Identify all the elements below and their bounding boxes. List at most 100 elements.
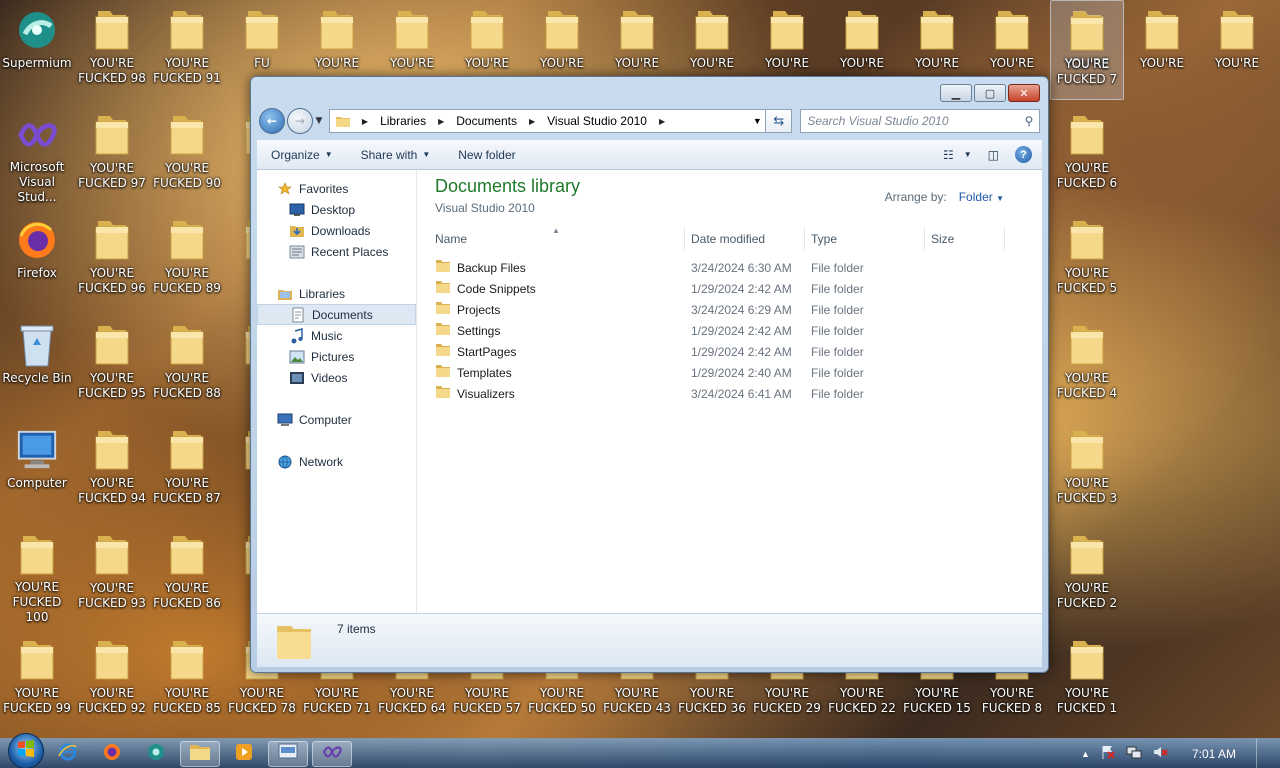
desktop-icon-folder[interactable]: YOU'RE FUCKED 88 [150, 315, 224, 415]
desktop-icon-folder[interactable]: YOU'RE FUCKED 1 [1050, 630, 1124, 730]
action-center-flag-icon[interactable] [1100, 744, 1116, 763]
nav-documents[interactable]: Documents [257, 304, 416, 325]
forward-arrow-icon: → [294, 114, 305, 128]
nav-recent-places[interactable]: Recent Places [257, 241, 416, 262]
desktop-icon-recycle-bin[interactable]: Recycle Bin [0, 315, 74, 415]
nav-desktop[interactable]: Desktop [257, 199, 416, 220]
desktop-icon-supermium[interactable]: Supermium [0, 0, 74, 100]
desktop-icon-folder[interactable]: YOU'RE FUCKED 85 [150, 630, 224, 730]
nav-downloads[interactable]: Downloads [257, 220, 416, 241]
desktop-icon-folder[interactable]: YOU'RE FUCKED 87 [150, 420, 224, 520]
desktop-icon-folder[interactable]: YOU'RE FUCKED 4 [1050, 315, 1124, 415]
desktop-icon-folder[interactable]: YOU'RE FUCKED 93 [75, 525, 149, 625]
desktop-icon-folder[interactable]: YOU'RE [1125, 0, 1199, 100]
breadcrumb-documents[interactable]: Documents [450, 114, 523, 128]
desktop-icon-folder[interactable]: YOU'RE FUCKED 89 [150, 210, 224, 310]
sort-ascending-icon: ▲ [552, 226, 560, 235]
desktop-icon-folder[interactable]: YOU'RE FUCKED 98 [75, 0, 149, 100]
refresh-button[interactable]: ⇆ [766, 109, 793, 133]
desktop-icon-folder[interactable]: YOU'RE FUCKED 96 [75, 210, 149, 310]
desktop-icon-firefox[interactable]: Firefox [0, 210, 74, 310]
address-separator-icon[interactable]: ▶ [356, 117, 374, 126]
breadcrumb-libraries[interactable]: Libraries [374, 114, 432, 128]
forward-button[interactable]: → [286, 108, 313, 134]
new-folder-button[interactable]: New folder [444, 148, 529, 162]
desktop-icon-folder[interactable]: YOU'RE FUCKED 95 [75, 315, 149, 415]
search-input[interactable]: Search Visual Studio 2010 ⚲ [800, 109, 1040, 133]
desktop-icon-folder[interactable]: YOU'RE FUCKED 91 [150, 0, 224, 100]
maximize-button[interactable]: ▢ [974, 84, 1006, 102]
nav-network[interactable]: Network [257, 451, 416, 472]
file-row[interactable]: Backup Files 3/24/2024 6:30 AM File folder [429, 257, 1029, 278]
file-row[interactable]: Projects 3/24/2024 6:29 AM File folder [429, 299, 1029, 320]
search-icon[interactable]: ⚲ [1019, 114, 1039, 128]
change-view-button[interactable]: ☷ ▼ [943, 148, 972, 162]
nav-pictures[interactable]: Pictures [257, 346, 416, 367]
file-name: Settings [457, 323, 501, 338]
file-row[interactable]: Visualizers 3/24/2024 6:41 AM File folder [429, 383, 1029, 404]
taskbar-supermium[interactable] [136, 741, 176, 767]
taskbar-internet-explorer[interactable] [48, 741, 88, 767]
minimize-button[interactable]: ▁ [940, 84, 972, 102]
address-separator-icon[interactable]: ▶ [653, 117, 671, 126]
taskbar-firefox[interactable] [92, 741, 132, 767]
desktop-icon-folder[interactable]: YOU'RE FUCKED 5 [1050, 210, 1124, 310]
desktop-icon-folder[interactable]: YOU'RE FUCKED 86 [150, 525, 224, 625]
close-button[interactable]: ✕ [1008, 84, 1040, 102]
address-separator-icon[interactable]: ▶ [432, 117, 450, 126]
file-name-cell: Visualizers [429, 385, 685, 402]
nav-music[interactable]: Music [257, 325, 416, 346]
nav-computer[interactable]: Computer [257, 409, 416, 430]
desktop-icon-folder[interactable]: YOU'RE FUCKED 7 [1050, 0, 1124, 100]
nav-libraries[interactable]: Libraries [257, 283, 416, 304]
file-row[interactable]: Templates 1/29/2024 2:40 AM File folder [429, 362, 1029, 383]
desktop-icon-folder[interactable]: YOU'RE FUCKED 97 [75, 105, 149, 205]
folder-icon [1065, 636, 1109, 684]
column-header-date[interactable]: Date modified [685, 228, 805, 250]
desktop-icon-folder[interactable]: YOU'RE [1200, 0, 1274, 100]
folder-icon [90, 6, 134, 54]
organize-button[interactable]: Organize ▼ [257, 148, 347, 162]
taskbar-windows-explorer[interactable] [180, 740, 220, 767]
desktop-icon-label: YOU'RE FUCKED 43 [603, 686, 671, 715]
show-hidden-icons-button[interactable]: ▲ [1081, 749, 1090, 759]
network-status-icon[interactable] [1126, 744, 1142, 763]
address-separator-icon[interactable]: ▶ [523, 117, 541, 126]
address-dropdown-icon[interactable]: ▼ [749, 116, 765, 126]
start-button[interactable] [8, 732, 44, 768]
taskbar-visual-studio[interactable] [312, 740, 352, 767]
column-header-size[interactable]: Size [925, 228, 1005, 250]
file-row[interactable]: Code Snippets 1/29/2024 2:42 AM File folde… [429, 278, 1029, 299]
breadcrumb-visual-studio-2010[interactable]: Visual Studio 2010 [541, 114, 653, 128]
address-bar[interactable]: ▶ Libraries ▶ Documents ▶ Visual Studio … [328, 109, 767, 133]
taskbar-app-window[interactable] [268, 740, 308, 767]
details-pane: 7 items [257, 613, 1042, 667]
desktop-icon-folder[interactable]: YOU'RE FUCKED 3 [1050, 420, 1124, 520]
desktop-icon-folder[interactable]: YOU'RE FUCKED 92 [75, 630, 149, 730]
back-button[interactable]: ← [259, 108, 285, 134]
show-desktop-button[interactable] [1256, 738, 1268, 768]
desktop-icon-folder[interactable]: YOU'RE FUCKED 6 [1050, 105, 1124, 205]
desktop-icon-visual-studio[interactable]: Microsoft Visual Stud... [0, 105, 74, 205]
folder-icon [165, 426, 209, 474]
file-row[interactable]: Settings 1/29/2024 2:42 AM File folder [429, 320, 1029, 341]
desktop-icon-folder[interactable]: YOU'RE FUCKED 99 [0, 630, 74, 730]
nav-favorites[interactable]: Favorites [257, 178, 416, 199]
file-row[interactable]: StartPages 1/29/2024 2:42 AM File folder [429, 341, 1029, 362]
arrange-by-dropdown[interactable]: Folder ▼ [959, 190, 1004, 204]
desktop-icon-folder[interactable]: YOU'RE FUCKED 2 [1050, 525, 1124, 625]
help-button[interactable]: ? [1015, 146, 1032, 163]
desktop-icon-folder[interactable]: YOU'RE FUCKED 90 [150, 105, 224, 205]
column-header-type[interactable]: Type [805, 228, 925, 250]
desktop-icon-folder[interactable]: YOU'RE FUCKED 100 [0, 525, 74, 625]
desktop-icon-computer[interactable]: Computer [0, 420, 74, 520]
nav-videos[interactable]: Videos [257, 367, 416, 388]
preview-pane-button[interactable]: ◫ [988, 148, 999, 162]
share-with-button[interactable]: Share with ▼ [347, 148, 445, 162]
clock[interactable]: 7:01 AM [1192, 747, 1236, 761]
column-header-name[interactable]: Name ▲ [429, 226, 685, 250]
desktop-icon-folder[interactable]: YOU'RE FUCKED 94 [75, 420, 149, 520]
recent-pages-dropdown[interactable]: ▼ [313, 116, 325, 126]
volume-muted-icon[interactable] [1152, 744, 1168, 763]
taskbar-media-player[interactable] [224, 741, 264, 767]
